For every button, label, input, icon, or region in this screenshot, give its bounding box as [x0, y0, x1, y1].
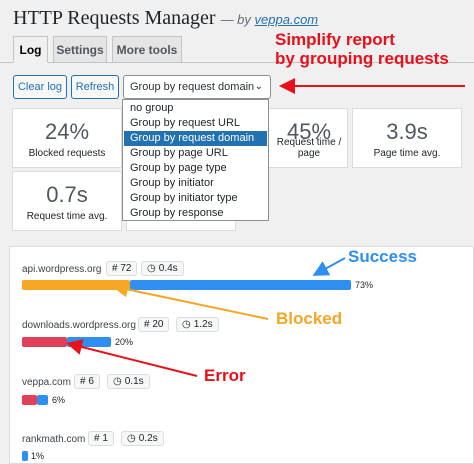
annotation-simplify: Simplify report — [275, 30, 395, 49]
annotation-blocked: Blocked — [276, 309, 343, 328]
annotation-success: Success — [348, 247, 417, 266]
annotation-grouping: by grouping requests — [275, 49, 449, 68]
arrow-to-success — [312, 257, 346, 276]
annotation-error: Error — [204, 366, 246, 385]
arrow-to-blocked — [112, 281, 269, 320]
arrow-to-error — [66, 339, 198, 377]
annotation-arrows — [66, 78, 465, 377]
